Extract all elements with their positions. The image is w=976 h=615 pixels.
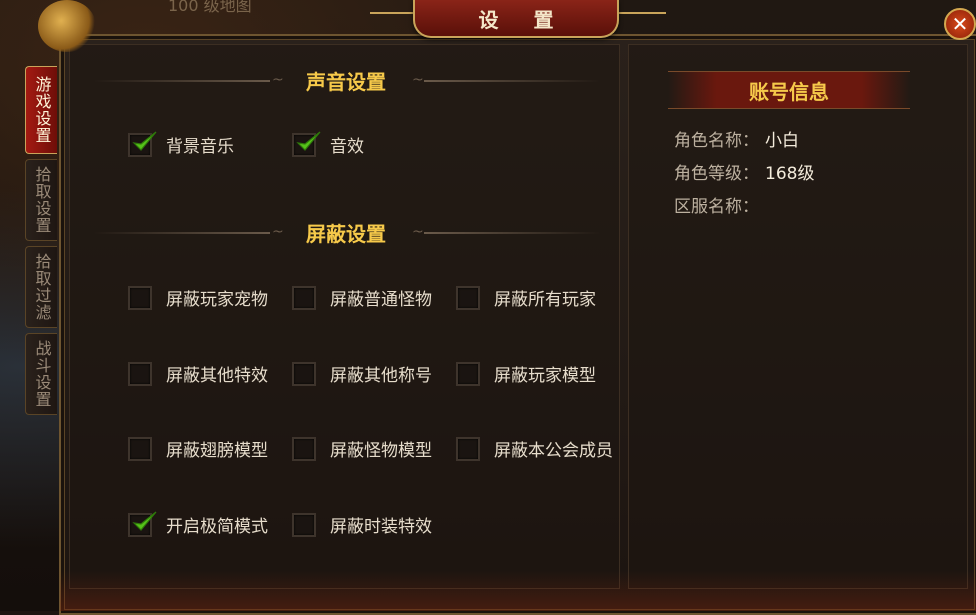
title-wing-right xyxy=(616,12,666,28)
tab-pickup-filter[interactable]: 拾取过滤 xyxy=(25,246,57,328)
option-label: 屏蔽玩家宠物 xyxy=(166,290,268,310)
check-icon xyxy=(132,131,157,151)
checkbox[interactable] xyxy=(456,285,480,310)
background-map-text: 100 级地图 xyxy=(168,0,252,15)
option-label: 屏蔽其他特效 xyxy=(166,366,268,386)
option-hide-player-pets[interactable]: 屏蔽玩家宠物 xyxy=(128,285,268,310)
tab-label: 拾取设置 xyxy=(32,166,52,234)
account-label: 角色名称： xyxy=(674,131,759,151)
divider-line xyxy=(94,232,270,234)
account-row-role-level: 角色等级： 168级 xyxy=(674,159,814,184)
checkbox[interactable] xyxy=(292,131,321,157)
account-value: 小白 xyxy=(765,131,799,151)
divider-line xyxy=(94,80,270,82)
close-icon: ✕ xyxy=(951,12,969,36)
option-label: 屏蔽时装特效 xyxy=(330,517,432,537)
sound-settings-header: ~ 声音设置 ~ xyxy=(86,68,606,94)
checkbox[interactable] xyxy=(128,285,152,310)
option-minimal-mode[interactable]: 开启极简模式 xyxy=(128,511,268,537)
option-hide-player-models[interactable]: 屏蔽玩家模型 xyxy=(456,361,596,386)
checkbox[interactable] xyxy=(292,436,316,461)
check-icon xyxy=(132,511,157,531)
option-label: 屏蔽怪物模型 xyxy=(330,441,432,461)
account-info-title: 账号信息 xyxy=(749,79,829,104)
section-title: 声音设置 xyxy=(306,69,386,94)
option-hide-all-players[interactable]: 屏蔽所有玩家 xyxy=(456,285,596,310)
divider-line xyxy=(424,80,600,82)
account-info-header: 账号信息 xyxy=(668,71,910,109)
checkbox[interactable] xyxy=(456,361,480,386)
checkbox[interactable] xyxy=(292,512,316,537)
account-label: 角色等级： xyxy=(674,164,759,184)
tab-pickup-settings[interactable]: 拾取设置 xyxy=(25,159,57,241)
account-row-role-name: 角色名称： 小白 xyxy=(674,126,799,151)
tab-label: 拾取过滤 xyxy=(32,253,52,321)
divider-line xyxy=(424,232,600,234)
shield-settings-header: ~ 屏蔽设置 ~ xyxy=(86,220,606,246)
account-value: 168级 xyxy=(765,164,815,184)
option-background-music[interactable]: 背景音乐 xyxy=(128,131,234,157)
option-hide-fashion-effects[interactable]: 屏蔽时装特效 xyxy=(292,512,432,537)
checkbox[interactable] xyxy=(292,361,316,386)
checkbox[interactable] xyxy=(456,436,480,461)
check-icon xyxy=(296,131,321,151)
ornament-icon: ~ xyxy=(412,72,424,88)
tab-combat-settings[interactable]: 战斗设置 xyxy=(25,333,57,415)
dragon-ornament-icon xyxy=(38,0,96,52)
checkbox[interactable] xyxy=(128,361,152,386)
option-label: 屏蔽普通怪物 xyxy=(330,290,432,310)
option-hide-wing-models[interactable]: 屏蔽翅膀模型 xyxy=(128,436,268,461)
section-title: 屏蔽设置 xyxy=(306,221,386,246)
ornament-icon: ~ xyxy=(412,224,424,240)
option-hide-other-titles[interactable]: 屏蔽其他称号 xyxy=(292,361,432,386)
tab-label: 游戏设置 xyxy=(32,76,52,144)
tab-label: 战斗设置 xyxy=(32,340,52,408)
close-button[interactable]: ✕ xyxy=(944,8,976,40)
option-sound-effects[interactable]: 音效 xyxy=(292,131,364,157)
checkbox[interactable] xyxy=(128,436,152,461)
checkbox[interactable] xyxy=(128,511,157,537)
option-label: 开启极简模式 xyxy=(166,517,268,537)
option-label: 屏蔽其他称号 xyxy=(330,366,432,386)
checkbox[interactable] xyxy=(292,285,316,310)
window-title-text: 设 置 xyxy=(478,7,568,32)
account-row-server-name: 区服名称： xyxy=(674,192,765,217)
panel-bottom-glow xyxy=(60,571,976,611)
option-label: 背景音乐 xyxy=(166,137,234,157)
checkbox[interactable] xyxy=(128,131,157,157)
account-label: 区服名称： xyxy=(674,197,759,217)
option-hide-normal-monsters[interactable]: 屏蔽普通怪物 xyxy=(292,285,432,310)
option-label: 屏蔽所有玩家 xyxy=(494,290,596,310)
option-hide-monster-models[interactable]: 屏蔽怪物模型 xyxy=(292,436,432,461)
option-label: 音效 xyxy=(330,137,364,157)
tab-game-settings[interactable]: 游戏设置 xyxy=(25,66,57,154)
option-label: 屏蔽翅膀模型 xyxy=(166,441,268,461)
game-settings-pane xyxy=(69,44,620,589)
option-hide-other-effects[interactable]: 屏蔽其他特效 xyxy=(128,361,268,386)
ornament-icon: ~ xyxy=(272,224,284,240)
option-hide-guild-members[interactable]: 屏蔽本公会成员 xyxy=(456,436,613,461)
option-label: 屏蔽本公会成员 xyxy=(494,441,613,461)
window-title: 设 置 xyxy=(413,0,619,38)
option-label: 屏蔽玩家模型 xyxy=(494,366,596,386)
ornament-icon: ~ xyxy=(272,72,284,88)
